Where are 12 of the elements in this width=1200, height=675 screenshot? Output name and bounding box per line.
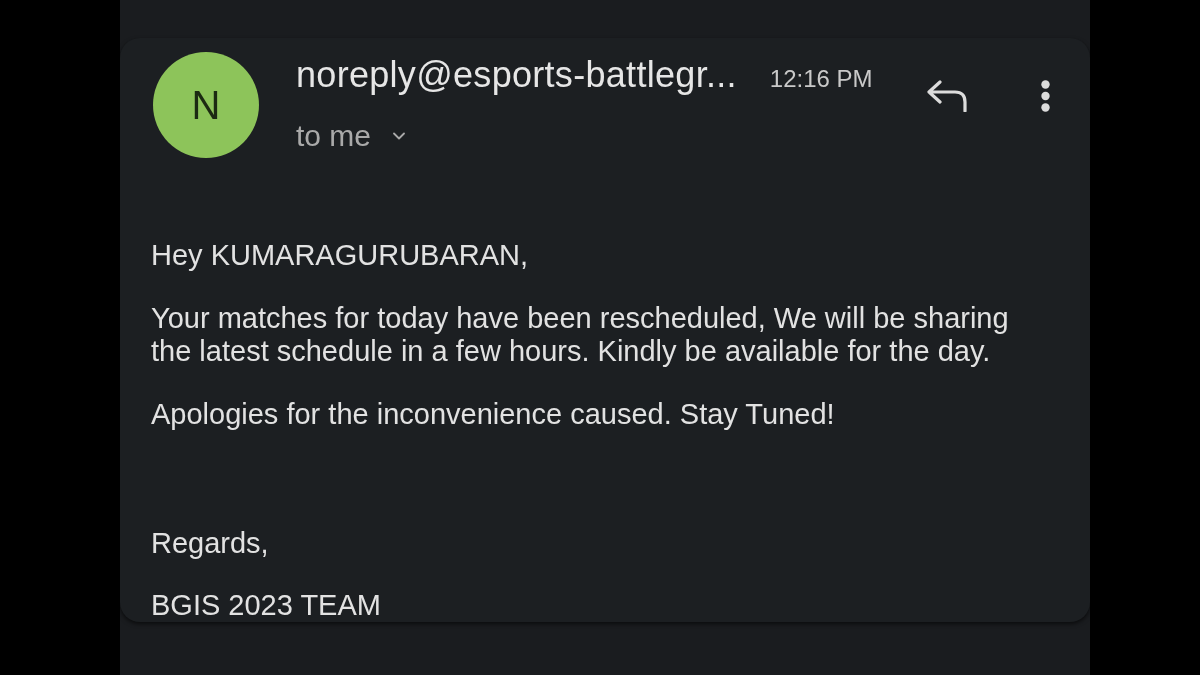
sender-address: noreply@esports-battlegr... [296, 55, 737, 95]
more-options-icon[interactable] [1041, 80, 1050, 112]
reply-icon[interactable] [927, 80, 967, 112]
recipient-details-button[interactable]: to me [296, 118, 406, 154]
signature-line: BGIS 2023 TEAM [151, 589, 382, 622]
body-paragraph: Hey KUMARAGURUBARAN, [151, 239, 530, 272]
body-paragraph: Your matches for today have been rescheduled, We will be sharing the latest schedule in a few hours. Kindly be available for the day. [151, 302, 1010, 368]
sender-avatar: N [153, 52, 259, 158]
body-paragraph: Apologies for the inconvenience caused. Stay Tuned! [151, 398, 836, 431]
chevron-down-icon [393, 132, 406, 140]
signature-line: Regards, [151, 527, 270, 560]
message-time: 12:16 PM [769, 64, 873, 94]
